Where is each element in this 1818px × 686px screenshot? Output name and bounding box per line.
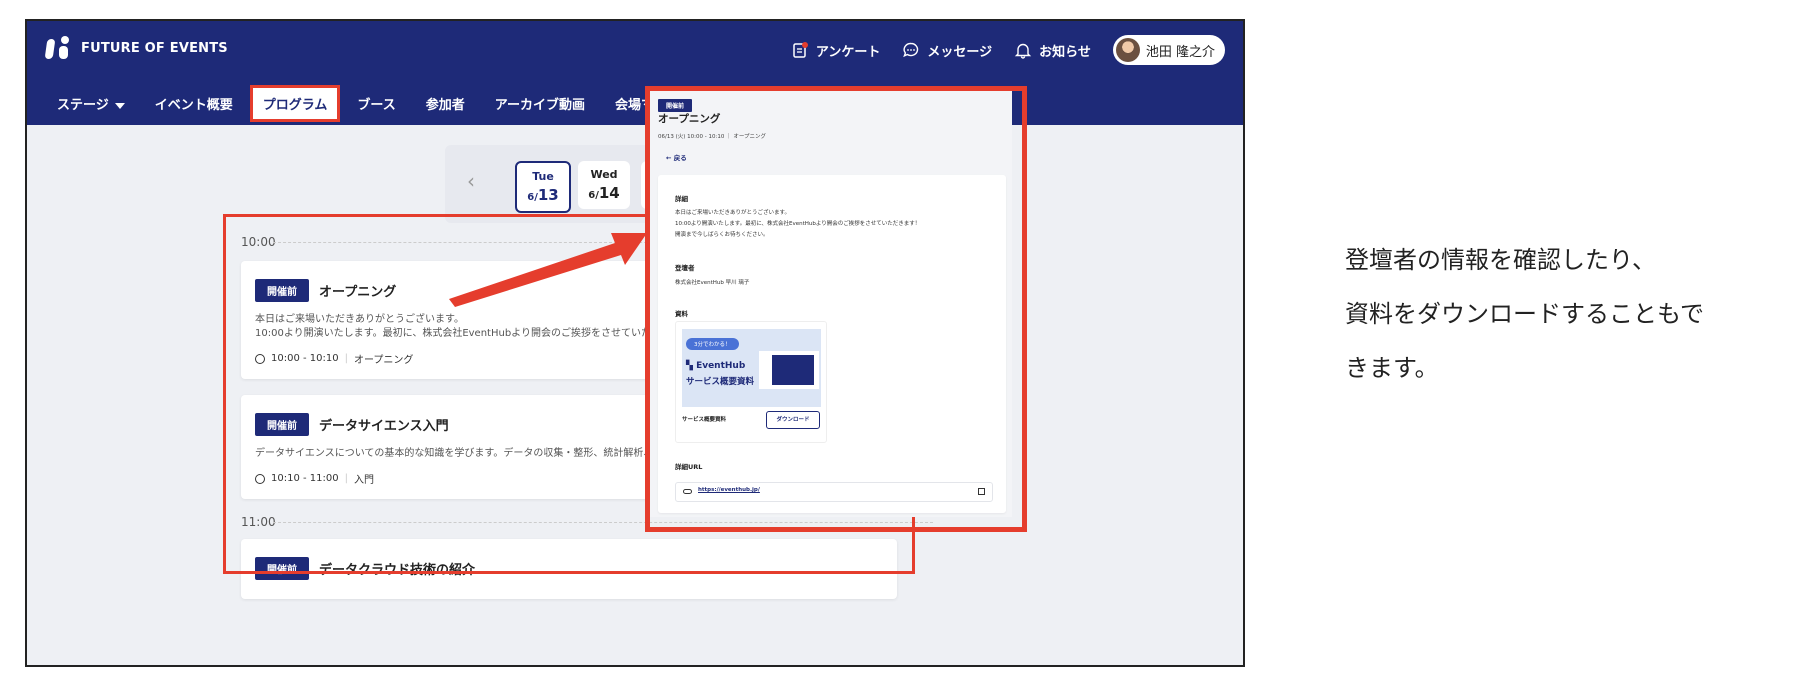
- back-link[interactable]: ← 戻る: [666, 152, 687, 162]
- link-icon: [683, 489, 692, 494]
- external-link-icon[interactable]: [978, 488, 985, 495]
- material-brand: ▚ EventHub: [686, 361, 745, 371]
- download-button[interactable]: ダウンロード: [766, 411, 820, 429]
- arrow-shape: [449, 233, 647, 307]
- material-card: 3分でわかる！ ▚ EventHub サービス概要資料 サービス概要資料 ダウン…: [675, 321, 827, 443]
- url-heading: 詳細URL: [675, 463, 703, 471]
- detail-url-link[interactable]: https://eventhub.jp/: [698, 487, 760, 493]
- speaker-heading: 登壇者: [675, 264, 695, 272]
- details-line: 本日はご来場いただきありがとうございます。: [675, 210, 790, 216]
- material-subtitle: サービス概要資料: [686, 377, 755, 387]
- caption-line: 資料をダウンロードすることもで: [1345, 300, 1705, 328]
- detail-card: 詳細 本日はご来場いただきありがとうございます。 10:00より開演いたします。…: [658, 175, 1006, 513]
- url-row: https://eventhub.jp/: [675, 482, 993, 502]
- details-line: 10:00より開演いたします。最初に、株式会社EventHubより開会のご挨拶を…: [675, 221, 921, 227]
- app-screenshot: FUTURE OF EVENTS アンケート メッセージ お知らせ 池田 隆之介…: [25, 19, 1245, 667]
- details-heading: 詳細: [675, 195, 688, 203]
- caption-line: きます。: [1345, 354, 1439, 382]
- material-brand-text: EventHub: [696, 361, 746, 371]
- details-line: 開演まで今しばらくお待ちください。: [675, 232, 769, 238]
- materials-heading: 資料: [675, 310, 688, 318]
- details-text: 本日はご来場いただきありがとうございます。 10:00より開演いたします。最初に…: [675, 208, 920, 241]
- session-detail-panel: 開催前 オープニング 06/13 (火) 10:00 - 10:10 ｜ オープ…: [650, 91, 1012, 517]
- material-name: サービス概要資料: [682, 417, 727, 423]
- material-thumbnail: 3分でわかる！ ▚ EventHub サービス概要資料: [682, 329, 821, 407]
- caption-line: 登壇者の情報を確認したり、: [1345, 246, 1657, 274]
- material-chip: 3分でわかる！: [686, 338, 739, 350]
- detail-title: オープニング: [658, 113, 721, 125]
- caption-text: 登壇者の情報を確認したり、 資料をダウンロードすることもで きます。: [1345, 233, 1805, 395]
- logo-icon: ▚: [686, 361, 697, 371]
- speaker-name: 株式会社EventHub 早川 璃子: [675, 280, 750, 286]
- thumbnail-screen-inner: [772, 355, 814, 385]
- detail-meta: 06/13 (火) 10:00 - 10:10 ｜ オープニング: [658, 134, 766, 140]
- arrow-annotation: [449, 233, 647, 307]
